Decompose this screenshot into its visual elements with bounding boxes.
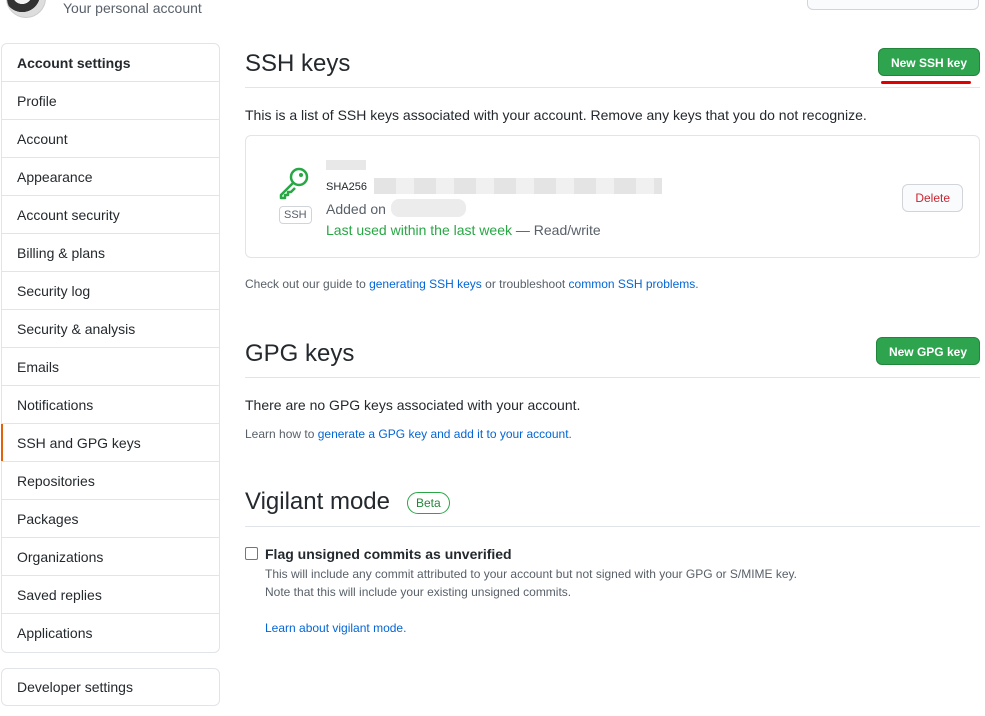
generate-gpg-key-link[interactable]: generate a GPG key and add it to your ac… bbox=[318, 427, 569, 441]
access-level: — Read/write bbox=[512, 222, 601, 238]
sidebar-item-security-log[interactable]: Security log bbox=[2, 272, 219, 310]
sidebar-item-billing[interactable]: Billing & plans bbox=[2, 234, 219, 272]
guide-suffix: . bbox=[695, 277, 699, 291]
sidebar-item-emails[interactable]: Emails bbox=[2, 348, 219, 386]
key-title-redacted bbox=[326, 160, 366, 170]
sidebar-item-repositories[interactable]: Repositories bbox=[2, 462, 219, 500]
avatar[interactable] bbox=[6, 0, 46, 18]
settings-sidebar: Account settings Profile Account Appeara… bbox=[1, 43, 220, 653]
ssh-key-item: SSH SHA256 Added on Last used within the… bbox=[245, 135, 980, 258]
ssh-section-title: SSH keys bbox=[245, 50, 351, 77]
beta-badge: Beta bbox=[407, 492, 450, 514]
gpg-section-title: GPG keys bbox=[245, 340, 355, 367]
new-ssh-key-button[interactable]: New SSH key bbox=[877, 48, 980, 76]
vigilant-note-1: This will include any commit attributed … bbox=[265, 567, 798, 581]
ssh-section-header: SSH keys New SSH key bbox=[245, 40, 980, 88]
go-to-profile-button[interactable] bbox=[807, 0, 979, 10]
sidebar-item-appearance[interactable]: Appearance bbox=[2, 158, 219, 196]
learn-suffix: . bbox=[568, 427, 572, 441]
delete-key-button[interactable]: Delete bbox=[902, 184, 963, 212]
sidebar-item-organizations[interactable]: Organizations bbox=[2, 538, 219, 576]
gpg-section-header: GPG keys New GPG key bbox=[245, 330, 980, 378]
ssh-type-label: SSH bbox=[279, 206, 312, 224]
gpg-empty-text: There are no GPG keys associated with yo… bbox=[245, 397, 581, 413]
guide-prefix: Check out our guide to bbox=[245, 277, 370, 291]
key-added-label: Added on bbox=[326, 201, 386, 217]
sidebar-item-profile[interactable]: Profile bbox=[2, 82, 219, 120]
sidebar-item-applications[interactable]: Applications bbox=[2, 614, 219, 652]
key-fingerprint: SHA256 bbox=[326, 181, 367, 193]
vigilant-section-title: Vigilant mode bbox=[245, 488, 390, 515]
learn-vigilant-mode-link[interactable]: Learn about vigilant mode. bbox=[265, 621, 406, 635]
sidebar-item-developer-settings[interactable]: Developer settings bbox=[1, 668, 220, 706]
ssh-guide-note: Check out our guide to generating SSH ke… bbox=[245, 277, 699, 291]
key-last-used: Last used within the last week — Read/wr… bbox=[326, 222, 601, 238]
flag-unsigned-checkbox[interactable] bbox=[245, 547, 258, 560]
vigilant-section-header: Vigilant mode bbox=[245, 480, 980, 527]
new-gpg-key-button[interactable]: New GPG key bbox=[875, 337, 980, 365]
added-date-redacted bbox=[391, 199, 466, 217]
common-ssh-problems-link[interactable]: common SSH problems bbox=[569, 277, 696, 291]
account-subtitle: Your personal account bbox=[63, 0, 202, 16]
sidebar-item-account-security[interactable]: Account security bbox=[2, 196, 219, 234]
sidebar-item-account[interactable]: Account bbox=[2, 120, 219, 158]
generating-ssh-keys-link[interactable]: generating SSH keys bbox=[369, 277, 482, 291]
flag-unsigned-label[interactable]: Flag unsigned commits as unverified bbox=[265, 546, 512, 562]
key-icon bbox=[279, 167, 309, 200]
sidebar-item-notifications[interactable]: Notifications bbox=[2, 386, 219, 424]
sidebar-item-ssh-gpg-keys[interactable]: SSH and GPG keys bbox=[1, 424, 219, 462]
sidebar-item-security-analysis[interactable]: Security & analysis bbox=[2, 310, 219, 348]
annotation-underline bbox=[881, 81, 971, 84]
fingerprint-redacted bbox=[374, 178, 662, 194]
learn-prefix: Learn how to bbox=[245, 427, 318, 441]
gpg-learn-note: Learn how to generate a GPG key and add … bbox=[245, 427, 572, 441]
sidebar-item-saved-replies[interactable]: Saved replies bbox=[2, 576, 219, 614]
ssh-description: This is a list of SSH keys associated wi… bbox=[245, 107, 867, 123]
sidebar-item-packages[interactable]: Packages bbox=[2, 500, 219, 538]
sidebar-heading: Account settings bbox=[2, 44, 219, 82]
last-used-text: Last used within the last week bbox=[326, 222, 512, 238]
guide-middle: or troubleshoot bbox=[481, 277, 569, 291]
vigilant-note-2: Note that this will include your existin… bbox=[265, 585, 572, 599]
